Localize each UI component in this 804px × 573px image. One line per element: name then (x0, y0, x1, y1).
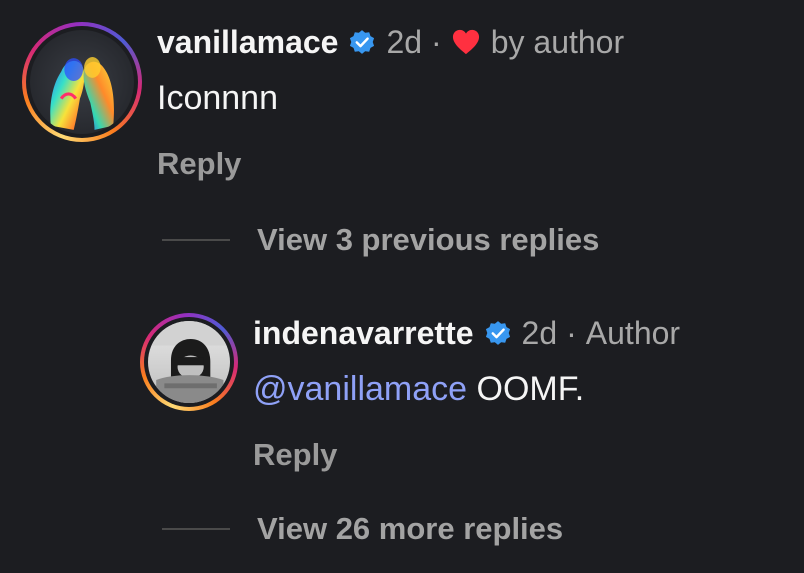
divider-line (162, 239, 230, 241)
timestamp: 2d (386, 24, 423, 60)
mention-link[interactable]: @vanillamace (253, 370, 467, 408)
reply-message: OOMF. (467, 370, 585, 408)
reply-header: indenavarrette 2d · Author (253, 313, 680, 353)
avatar-image (30, 30, 134, 134)
reply-button[interactable]: Reply (253, 435, 680, 475)
reply-comment: indenavarrette 2d · Author @vanillamace … (140, 313, 680, 475)
view-previous-replies-button[interactable]: View 3 previous replies (162, 222, 599, 258)
author-tag: Author (585, 315, 681, 351)
comment-header: vanillamace 2d · by author (157, 22, 624, 62)
comment: vanillamace 2d · by author Iconnnn Reply (22, 22, 624, 184)
heart-icon (451, 28, 481, 56)
reply-button[interactable]: Reply (157, 144, 624, 184)
username[interactable]: vanillamace (157, 22, 338, 62)
comments-thread: vanillamace 2d · by author Iconnnn Reply… (0, 0, 804, 573)
comment-text: Iconnnn (157, 79, 278, 117)
verified-badge-icon (483, 318, 513, 348)
avatar-image (148, 321, 230, 403)
avatar-story-ring[interactable] (22, 22, 142, 142)
username[interactable]: indenavarrette (253, 313, 474, 353)
timestamp: 2d (521, 315, 558, 351)
avatar-story-ring[interactable] (140, 313, 238, 411)
avatar (148, 321, 230, 403)
avatar (30, 30, 134, 134)
separator-dot: · (431, 24, 442, 60)
verified-badge-icon (347, 27, 377, 57)
separator-dot: · (566, 315, 577, 351)
view-more-replies-button[interactable]: View 26 more replies (162, 511, 563, 547)
divider-line (162, 528, 230, 530)
liked-by-author-label: by author (490, 24, 625, 60)
view-more-replies-label: View 26 more replies (257, 511, 564, 546)
reply-text: @vanillamace OOMF. (253, 367, 680, 411)
view-previous-replies-label: View 3 previous replies (257, 222, 600, 257)
